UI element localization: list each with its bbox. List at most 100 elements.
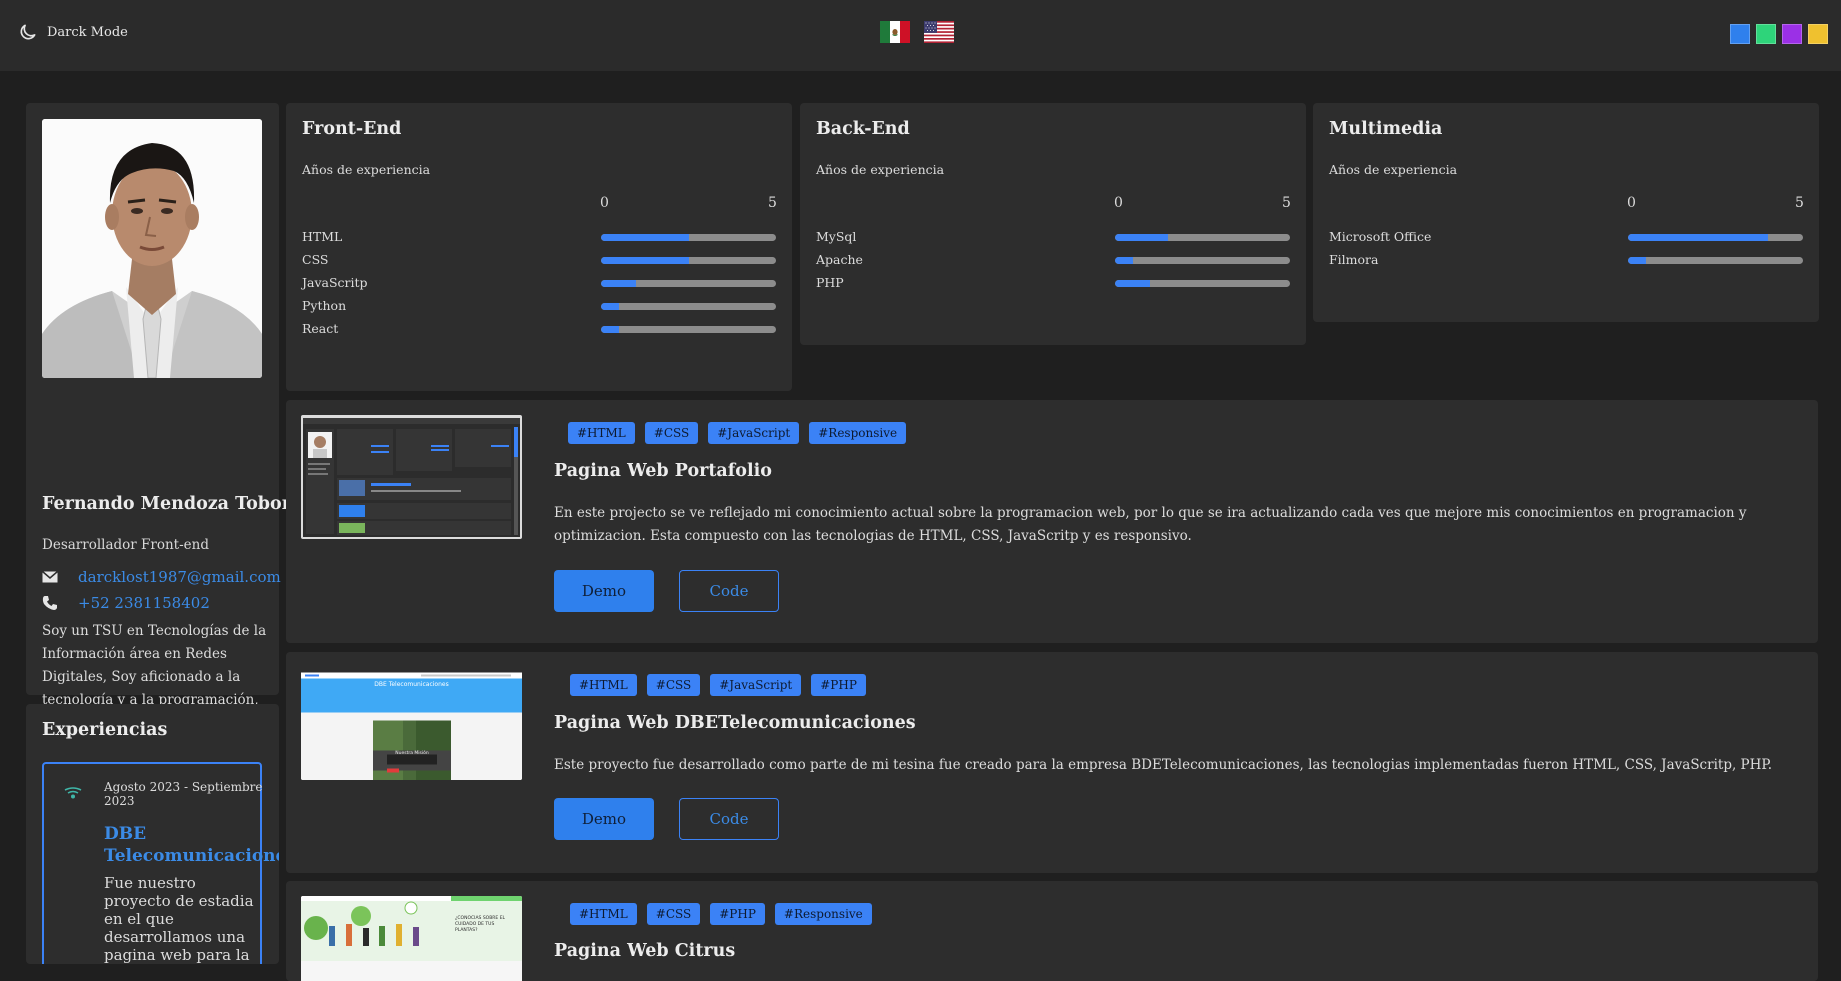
code-button[interactable]: Code: [679, 798, 779, 840]
profile-card: Fernando Mendoza Tobon Desarrollador Fro…: [26, 103, 294, 800]
email-contact: darcklost1987@gmail.com: [42, 568, 281, 586]
skill-level-fill: [1628, 257, 1646, 264]
thumb-title: DBE Telecomunicaciones: [374, 681, 449, 688]
skill-name: React: [302, 321, 339, 336]
project-title: Pagina Web Portafolio: [554, 461, 772, 481]
company-logo-icon: [64, 787, 82, 799]
phone-contact: +52 2381158402: [42, 594, 210, 612]
thumb-text: ¿CONOCIAS SOBRE EL CUIDADO DE TUS PLANTA…: [455, 916, 506, 933]
skills-title: Back-End: [816, 119, 910, 139]
skill-row: JavaScritp: [302, 275, 776, 291]
tech-tag[interactable]: #HTML: [568, 422, 635, 444]
tech-tag[interactable]: #HTML: [570, 903, 637, 925]
phone-icon: [42, 596, 57, 610]
project-thumbnail[interactable]: ¿CONOCIAS SOBRE EL CUIDADO DE TUS PLANTA…: [301, 896, 522, 981]
skills-subtitle: Años de experiencia: [1329, 162, 1458, 177]
scale-max: 5: [1795, 195, 1804, 211]
skill-name: Microsoft Office: [1329, 229, 1432, 244]
skill-name: Filmora: [1329, 252, 1379, 267]
tech-tag[interactable]: #Responsive: [809, 422, 907, 444]
scale-min: 0: [1114, 195, 1123, 211]
skill-level-bar: [601, 326, 776, 333]
skill-name: PHP: [816, 275, 844, 290]
skill-level-bar: [601, 234, 776, 241]
experience-card: Experiencias Agosto 2023 - Septiembre 20…: [26, 704, 279, 964]
skill-name: Apache: [816, 252, 863, 267]
skill-level-bar: [601, 280, 776, 287]
skill-level-fill: [1115, 280, 1150, 287]
skill-row: Apache: [816, 252, 1290, 268]
experience-date: Agosto 2023 - Septiembre 2023: [104, 780, 263, 808]
scale-max: 5: [1282, 195, 1291, 211]
demo-button[interactable]: Demo: [554, 570, 654, 612]
tech-tag[interactable]: #JavaScript: [710, 674, 802, 696]
moon-icon: [20, 24, 36, 40]
experience-item: Agosto 2023 - Septiembre 2023 DBE Teleco…: [42, 762, 279, 964]
skill-name: HTML: [302, 229, 343, 244]
skill-level-fill: [601, 257, 689, 264]
theme-color-picker: [1730, 24, 1828, 44]
profile-name: Fernando Mendoza Tobon: [42, 494, 295, 514]
skill-row: Python: [302, 298, 776, 314]
experience-company-link[interactable]: DBE Telecomunicaciones: [104, 823, 279, 867]
skill-row: Microsoft Office: [1329, 229, 1803, 245]
skill-level-fill: [1115, 234, 1168, 241]
experience-description: Fue nuestro proyecto de estadia en el qu…: [104, 874, 254, 964]
skill-row: PHP: [816, 275, 1290, 291]
skill-row: Filmora: [1329, 252, 1803, 268]
skill-row: React: [302, 321, 776, 337]
phone-link[interactable]: +52 2381158402: [78, 594, 210, 612]
mexico-flag-icon[interactable]: [880, 21, 910, 43]
top-bar: Darck Mode: [0, 0, 1841, 71]
email-link[interactable]: darcklost1987@gmail.com: [78, 568, 281, 586]
theme-color-yellow[interactable]: [1808, 24, 1828, 44]
skill-level-bar: [1628, 257, 1803, 264]
tag-list: #HTML #CSS #PHP #Responsive: [570, 903, 872, 925]
tag-list: #HTML #CSS #JavaScript #PHP: [570, 674, 866, 696]
skills-subtitle: Años de experiencia: [302, 162, 431, 177]
project-title: Pagina Web Citrus: [554, 941, 736, 961]
project-card-dbe: DBE Telecomunicaciones Nuestra Misión #H…: [286, 652, 1818, 873]
demo-button[interactable]: Demo: [554, 798, 654, 840]
skills-subtitle: Años de experiencia: [816, 162, 945, 177]
tech-tag[interactable]: #Responsive: [774, 903, 872, 925]
skill-level-bar: [1628, 234, 1803, 241]
skill-level-fill: [1628, 234, 1768, 241]
tech-tag[interactable]: #JavaScript: [708, 422, 800, 444]
skill-row: HTML: [302, 229, 776, 245]
usa-flag-icon[interactable]: [924, 21, 954, 43]
envelope-icon: [42, 570, 58, 583]
tech-tag[interactable]: #PHP: [710, 903, 765, 925]
skill-name: MySql: [816, 229, 857, 244]
project-thumbnail[interactable]: [301, 415, 522, 539]
dark-mode-label: Darck Mode: [47, 24, 128, 40]
tech-tag[interactable]: #CSS: [644, 422, 699, 444]
code-button[interactable]: Code: [679, 570, 779, 612]
project-description: Este proyecto fue desarrollado como part…: [554, 757, 1773, 773]
theme-color-green[interactable]: [1756, 24, 1776, 44]
tech-tag[interactable]: #HTML: [570, 674, 637, 696]
dark-mode-toggle[interactable]: Darck Mode: [18, 22, 128, 42]
skills-card-backend: Back-End Años de experiencia 0 5 MySql Ap…: [800, 103, 1306, 345]
tech-tag[interactable]: #CSS: [646, 674, 701, 696]
skill-level-bar: [1115, 280, 1290, 287]
skill-level-fill: [601, 280, 636, 287]
thumb-button: Nuestra Misión: [395, 751, 429, 756]
tech-tag[interactable]: #PHP: [811, 674, 866, 696]
skills-card-multimedia: Multimedia Años de experiencia 0 5 Micro…: [1313, 103, 1819, 322]
project-thumbnail[interactable]: DBE Telecomunicaciones Nuestra Misión: [301, 667, 522, 780]
skill-level-fill: [601, 234, 689, 241]
theme-color-purple[interactable]: [1782, 24, 1802, 44]
tech-tag[interactable]: #CSS: [646, 903, 701, 925]
skill-row: CSS: [302, 252, 776, 268]
skill-level-bar: [601, 257, 776, 264]
project-title: Pagina Web DBETelecomunicaciones: [554, 713, 916, 733]
skills-title: Front-End: [302, 119, 402, 139]
theme-color-blue[interactable]: [1730, 24, 1750, 44]
project-description: En este projecto se ve reflejado mi cono…: [554, 505, 1747, 544]
skill-row: MySql: [816, 229, 1290, 245]
project-card-citrus: ¿CONOCIAS SOBRE EL CUIDADO DE TUS PLANTA…: [286, 881, 1818, 981]
scale-max: 5: [768, 195, 777, 211]
experience-title: Experiencias: [42, 720, 168, 740]
skill-level-bar: [1115, 234, 1290, 241]
